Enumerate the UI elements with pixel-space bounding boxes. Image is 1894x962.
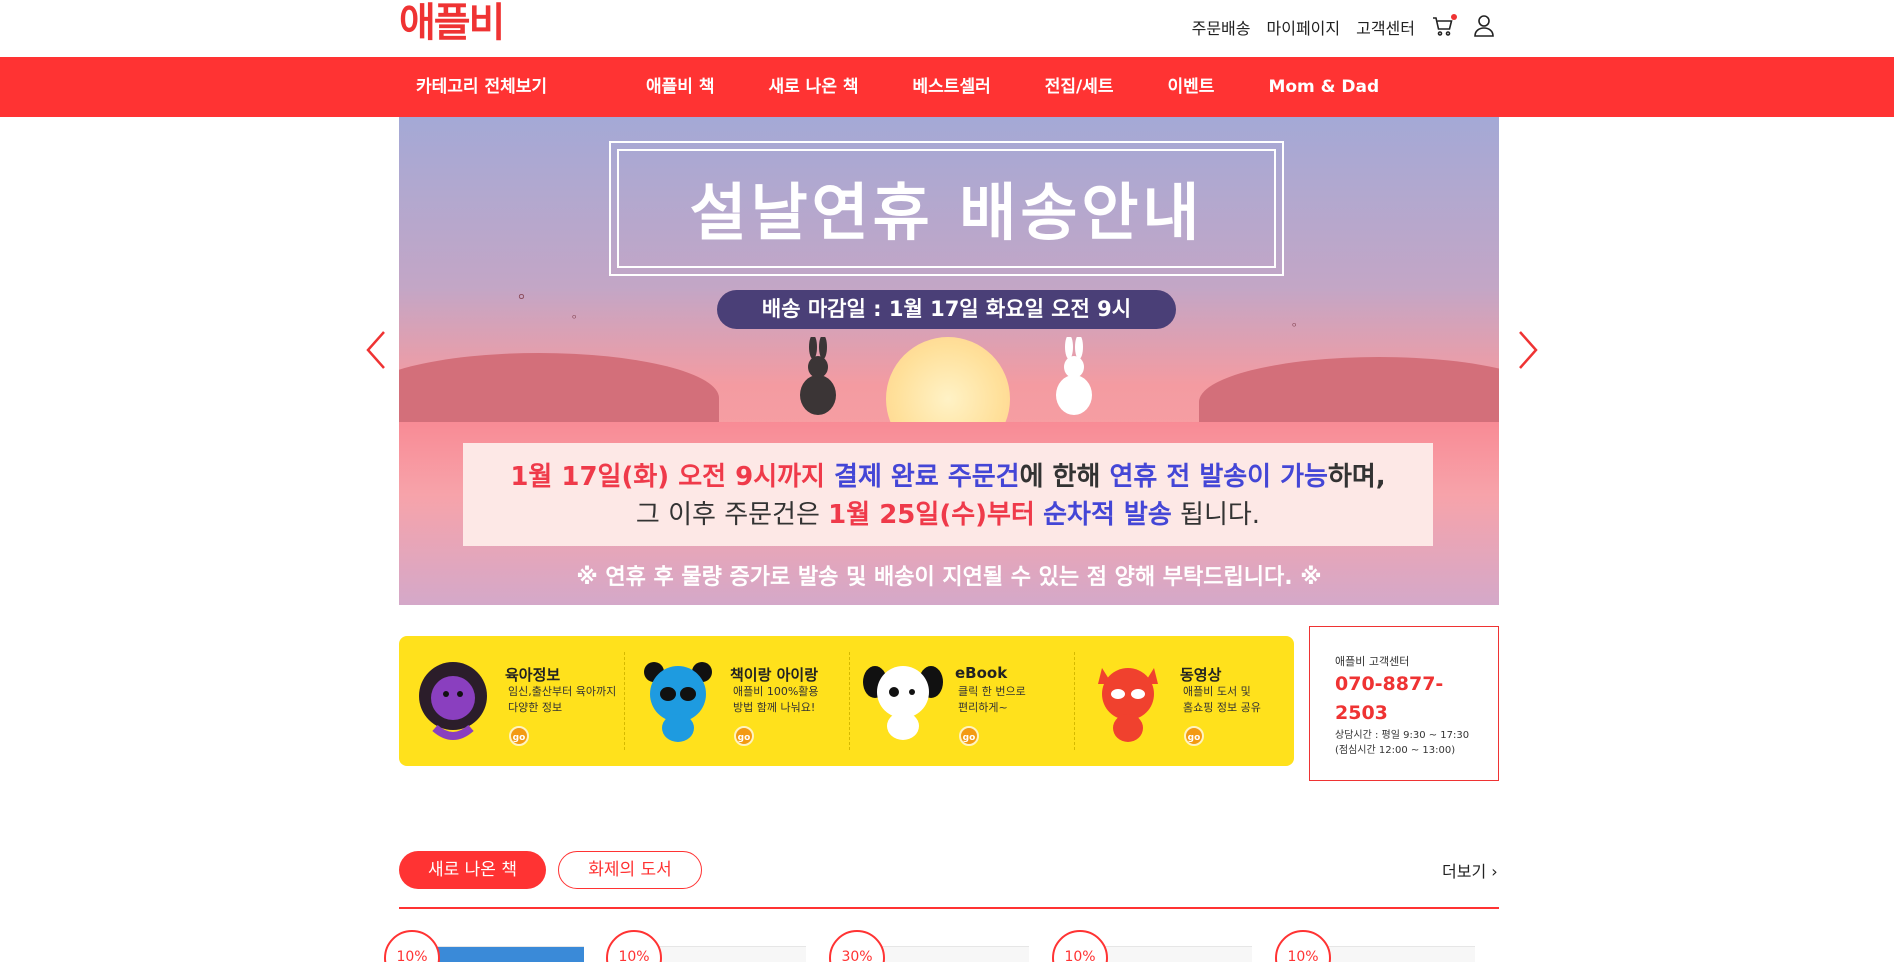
more-link[interactable]: 더보기 ›	[1442, 858, 1498, 882]
purple-lion-icon	[419, 662, 487, 740]
notice-text: 에 한해	[1019, 462, 1101, 492]
banner-deadline-pill: 배송 마감일 : 1월 17일 화요일 오전 9시	[717, 290, 1176, 329]
strip-item-parenting-info[interactable]: 육아정보 임신,출산부터 육아까지 다양한 정보 go	[399, 636, 624, 766]
blue-panda-icon	[644, 662, 712, 742]
white-puppy-icon	[863, 666, 943, 740]
nav-menu: 애플비 책 새로 나온 책 베스트셀러 전집/세트 이벤트 Mom & Dad	[646, 57, 1433, 117]
chevron-right-icon: ›	[1491, 862, 1498, 881]
strip-title: 육아정보	[505, 666, 561, 684]
white-rabbit-illustration	[1056, 337, 1092, 415]
product-image	[869, 946, 1029, 962]
site-header: 애플비 주문배송 마이페이지 고객센터	[0, 0, 1894, 57]
main-nav: 카테고리 전체보기 애플비 책 새로 나온 책 베스트셀러 전집/세트 이벤트 …	[0, 57, 1894, 117]
notice-date-time: 1월 17일(화) 오전 9시까지	[510, 462, 825, 492]
holiday-shipping-banner[interactable]: 𐬹 𐬹 𐬹 설날연휴 배송안내 배송 마감일 : 1월 17일 화요일 오전 9…	[399, 117, 1499, 605]
product-image	[646, 946, 806, 962]
product-card[interactable]: 10%	[384, 930, 604, 962]
strip-title: eBook	[955, 664, 1008, 682]
strip-desc: 애플비 도서 및 홈쇼핑 정보 공유	[1183, 685, 1261, 714]
discount-badge: 10%	[1052, 930, 1108, 962]
black-rabbit-illustration	[800, 337, 836, 415]
product-image	[1315, 946, 1475, 962]
red-raccoon-icon	[1098, 668, 1158, 742]
customer-center-label: 애플비 고객센터	[1335, 655, 1410, 668]
strip-item-video[interactable]: 동영상 애플비 도서 및 홈쇼핑 정보 공유 go	[1074, 636, 1299, 766]
info-strip: 육아정보 임신,출산부터 육아까지 다양한 정보 go 책이랑 아이랑 애플비 …	[399, 636, 1294, 766]
customer-center-phone: 070-8877-2503	[1335, 673, 1444, 724]
discount-badge: 10%	[606, 930, 662, 962]
bird-icon: 𐬹	[514, 282, 530, 312]
product-card[interactable]: 10%	[606, 930, 826, 962]
discount-badge: 10%	[384, 930, 440, 962]
user-icon[interactable]	[1473, 14, 1499, 40]
banner-title: 설날연휴 배송안내	[689, 176, 1204, 249]
tab-new-books[interactable]: 새로 나온 책	[399, 851, 546, 889]
utility-menu: 주문배송 마이페이지 고객센터	[1192, 14, 1499, 40]
cart-icon[interactable]	[1431, 14, 1457, 40]
product-image	[1092, 946, 1252, 962]
nav-all-categories[interactable]: 카테고리 전체보기	[416, 57, 547, 117]
notice-sequential: 순차적 발송	[1043, 500, 1172, 530]
go-button[interactable]: go	[1184, 726, 1204, 746]
tab-popular-books[interactable]: 화제의 도서	[558, 851, 702, 889]
strip-title: 책이랑 아이랑	[730, 666, 819, 684]
go-button[interactable]: go	[959, 726, 979, 746]
nav-item-events[interactable]: 이벤트	[1168, 57, 1215, 117]
bird-icon: 𐬹	[1289, 315, 1300, 336]
customer-center-hours: 상담시간 : 평일 9:30 ~ 17:30 (점심시간 12:00 ~ 13:…	[1335, 730, 1470, 756]
customer-center-box: 애플비 고객센터 070-8877-2503 상담시간 : 평일 9:30 ~ …	[1309, 626, 1499, 781]
banner-prev-arrow[interactable]	[362, 328, 390, 372]
strip-item-ebook[interactable]: eBook 클릭 한 번으로 편리하게~ go	[849, 636, 1074, 766]
notice-resume-date: 1월 25일(수)부터	[828, 500, 1035, 530]
nav-item-sets[interactable]: 전집/세트	[1045, 57, 1114, 117]
nav-item-new-books[interactable]: 새로 나온 책	[768, 57, 858, 117]
notice-pre-holiday: 연휴 전 발송이 가능	[1109, 462, 1328, 492]
util-link-support[interactable]: 고객센터	[1356, 15, 1415, 39]
product-card[interactable]: 10%	[1275, 930, 1495, 962]
discount-badge: 30%	[829, 930, 885, 962]
more-link-label: 더보기	[1442, 862, 1487, 881]
product-image	[424, 946, 584, 962]
notice-text: 하며,	[1327, 462, 1386, 492]
strip-desc: 애플비 100%활용 방법 함께 나눠요!	[733, 685, 819, 714]
notice-text: 됩니다.	[1180, 500, 1261, 530]
util-link-orders[interactable]: 주문배송	[1192, 15, 1251, 39]
banner-notice-line-1: 1월 17일(화) 오전 9시까지 결제 완료 주문건에 한해 연휴 전 발송이…	[463, 456, 1433, 493]
strip-desc: 임신,출산부터 육아까지 다양한 정보	[508, 685, 617, 714]
bird-icon: 𐬹	[569, 307, 580, 328]
section-divider	[399, 907, 1499, 909]
util-link-mypage[interactable]: 마이페이지	[1267, 15, 1341, 39]
strip-desc: 클릭 한 번으로 편리하게~	[958, 685, 1026, 714]
banner-footer-note: ※ 연휴 후 물량 증가로 발송 및 배송이 지연될 수 있는 점 양해 부탁드…	[576, 565, 1322, 590]
nav-item-bestseller[interactable]: 베스트셀러	[913, 57, 991, 117]
notice-text: 그 이후 주문건은	[635, 500, 820, 530]
notice-paid-orders: 결제 완료 주문건	[834, 462, 1020, 492]
strip-title: 동영상	[1180, 666, 1222, 684]
main-nav-inner: 카테고리 전체보기 애플비 책 새로 나온 책 베스트셀러 전집/세트 이벤트 …	[399, 57, 1499, 117]
go-button[interactable]: go	[734, 726, 754, 746]
site-logo[interactable]: 애플비	[399, 0, 505, 46]
cart-badge-dot	[1451, 14, 1457, 20]
product-card[interactable]: 30%	[829, 930, 1049, 962]
strip-item-books-kids[interactable]: 책이랑 아이랑 애플비 100%활용 방법 함께 나눠요! go	[624, 636, 849, 766]
go-button[interactable]: go	[509, 726, 529, 746]
banner-notice-line-2: 그 이후 주문건은 1월 25일(수)부터 순차적 발송 됩니다.	[463, 494, 1433, 531]
banner-next-arrow[interactable]	[1514, 328, 1542, 372]
product-card[interactable]: 10%	[1052, 930, 1272, 962]
discount-badge: 10%	[1275, 930, 1331, 962]
nav-item-mom-dad[interactable]: Mom & Dad	[1268, 57, 1379, 117]
nav-item-applebee-books[interactable]: 애플비 책	[646, 57, 714, 117]
